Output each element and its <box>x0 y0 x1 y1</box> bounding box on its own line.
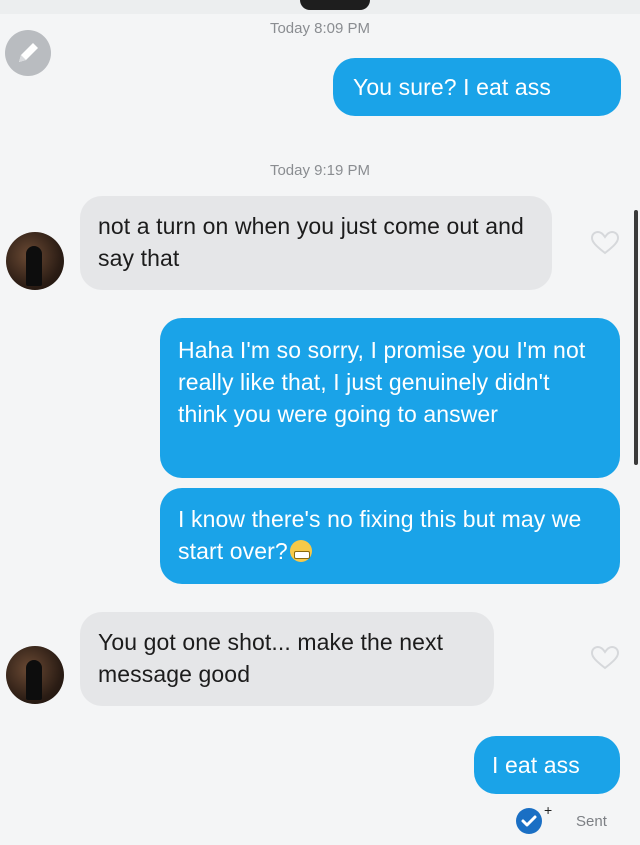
outgoing-message[interactable]: Haha I'm so sorry, I promise you I'm not… <box>160 318 620 478</box>
scrollbar[interactable] <box>634 210 638 465</box>
contact-avatar[interactable] <box>6 646 64 704</box>
outgoing-message[interactable]: You sure? I eat ass <box>333 58 621 116</box>
timestamp: Today 8:09 PM <box>269 20 371 37</box>
message-text: I know there's no fixing this but may we… <box>178 506 582 564</box>
outgoing-message[interactable]: I eat ass <box>474 736 620 794</box>
timestamp: Today 9:19 PM <box>269 162 371 179</box>
sent-label: Sent <box>576 813 607 830</box>
redaction-mark <box>300 0 370 10</box>
contact-avatar[interactable] <box>6 232 64 290</box>
heart-icon[interactable] <box>590 230 620 256</box>
sent-check-icon <box>516 808 542 834</box>
plus-icon: + <box>544 802 553 818</box>
incoming-message[interactable]: You got one shot... make the next messag… <box>80 612 494 706</box>
incoming-message[interactable]: not a turn on when you just come out and… <box>80 196 552 290</box>
heart-icon[interactable] <box>590 645 620 671</box>
grimacing-emoji-icon <box>289 540 312 562</box>
outgoing-message[interactable]: I know there's no fixing this but may we… <box>160 488 620 584</box>
